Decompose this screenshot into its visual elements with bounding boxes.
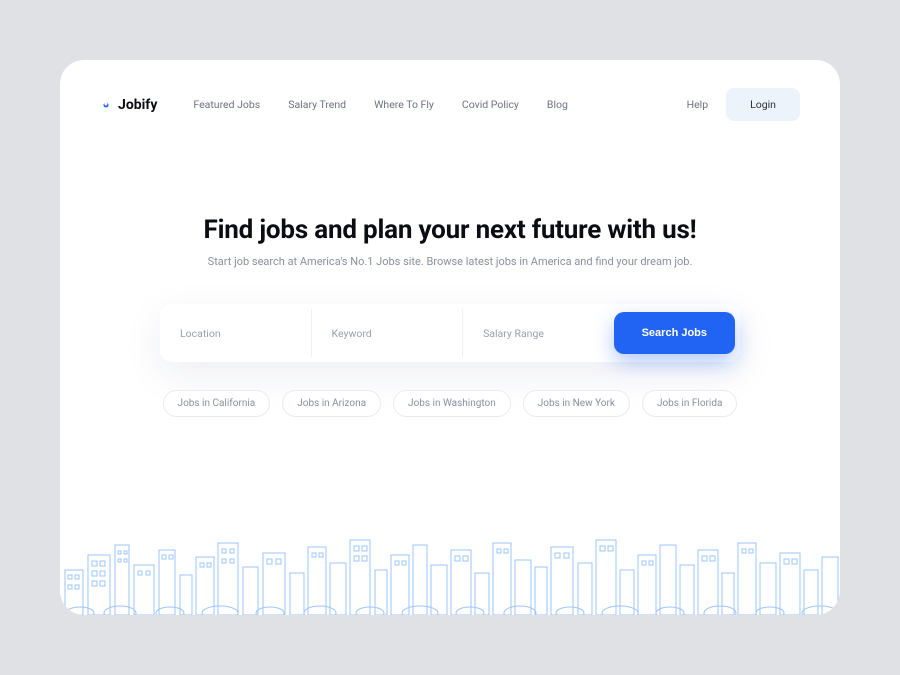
chip-new-york[interactable]: Jobs in New York (523, 390, 630, 417)
hero: Find jobs and plan your next future with… (60, 215, 840, 417)
chip-california[interactable]: Jobs in California (163, 390, 271, 417)
location-input[interactable] (180, 327, 291, 340)
nav-blog[interactable]: Blog (547, 98, 568, 111)
flame-icon (100, 99, 112, 111)
hero-subtitle: Start job search at America's No.1 Jobs … (100, 255, 800, 268)
login-button[interactable]: Login (726, 88, 800, 121)
salary-field (463, 309, 614, 357)
page-container: Jobify Featured Jobs Salary Trend Where … (60, 60, 840, 615)
search-button[interactable]: Search Jobs (614, 312, 735, 354)
hero-title: Find jobs and plan your next future with… (100, 215, 800, 245)
logo[interactable]: Jobify (100, 97, 157, 113)
nav-where-to-fly[interactable]: Where To Fly (374, 98, 434, 111)
keyword-field (312, 309, 464, 357)
keyword-input[interactable] (332, 327, 443, 340)
header: Jobify Featured Jobs Salary Trend Where … (60, 60, 840, 121)
header-right: Help Login (687, 88, 800, 121)
skyline-illustration (60, 515, 840, 615)
main-nav: Featured Jobs Salary Trend Where To Fly … (193, 98, 686, 111)
logo-text: Jobify (118, 97, 157, 113)
quick-search-chips: Jobs in California Jobs in Arizona Jobs … (100, 390, 800, 417)
nav-salary-trend[interactable]: Salary Trend (288, 98, 346, 111)
location-field (160, 309, 312, 357)
chip-florida[interactable]: Jobs in Florida (642, 390, 737, 417)
salary-input[interactable] (483, 327, 594, 340)
nav-featured-jobs[interactable]: Featured Jobs (193, 98, 260, 111)
chip-washington[interactable]: Jobs in Washington (393, 390, 511, 417)
help-link[interactable]: Help (687, 98, 709, 111)
nav-covid-policy[interactable]: Covid Policy (462, 98, 519, 111)
search-bar: Search Jobs (160, 304, 740, 362)
chip-arizona[interactable]: Jobs in Arizona (282, 390, 381, 417)
